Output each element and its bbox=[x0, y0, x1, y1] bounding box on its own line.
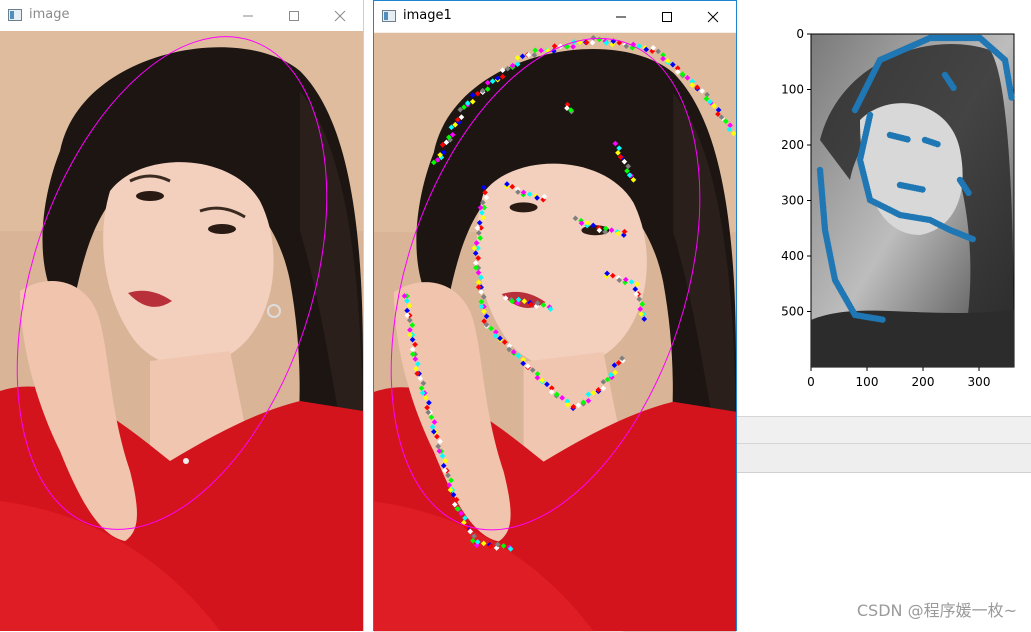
maximize-icon bbox=[662, 12, 672, 22]
y-tick-label: 500 bbox=[781, 305, 804, 319]
y-tick-label: 100 bbox=[781, 83, 804, 97]
app-icon bbox=[8, 9, 22, 21]
background-window-strip bbox=[736, 416, 1031, 444]
x-tick-label: 300 bbox=[968, 375, 991, 389]
scatter-point bbox=[879, 316, 886, 323]
minimize-button[interactable] bbox=[598, 1, 644, 32]
minimize-button[interactable] bbox=[225, 0, 271, 31]
window-image1[interactable]: image1 bbox=[373, 0, 737, 632]
y-tick-label: 200 bbox=[781, 138, 804, 152]
window-title: image bbox=[29, 7, 70, 22]
x-axis: 0 100 200 300 bbox=[807, 367, 990, 389]
x-tick-label: 200 bbox=[912, 375, 935, 389]
matplotlib-plot: 0 100 200 300 400 500 0 100 200 300 bbox=[781, 27, 1015, 389]
scatter-point bbox=[965, 189, 972, 197]
y-tick-label: 300 bbox=[781, 194, 804, 208]
app-icon bbox=[382, 10, 396, 22]
title-bar[interactable]: image1 bbox=[374, 1, 736, 32]
close-icon bbox=[707, 11, 719, 23]
maximize-button[interactable] bbox=[271, 0, 317, 31]
x-tick-label: 100 bbox=[856, 375, 879, 389]
portrait-with-contours-image bbox=[374, 32, 736, 632]
portrait-image bbox=[0, 31, 363, 631]
close-button[interactable] bbox=[690, 1, 736, 32]
close-button[interactable] bbox=[317, 0, 363, 31]
scatter-point bbox=[1008, 94, 1015, 101]
scatter-point bbox=[969, 235, 976, 243]
maximize-icon bbox=[289, 11, 299, 21]
scatter-point bbox=[934, 140, 941, 148]
background-window-strip bbox=[736, 444, 1031, 473]
watermark: CSDN @程序媛一枚~ bbox=[856, 601, 1017, 620]
x-tick-label: 0 bbox=[807, 375, 815, 389]
scatter-point bbox=[904, 136, 911, 143]
scatter-point bbox=[919, 186, 926, 193]
minimize-icon bbox=[243, 15, 253, 17]
y-tick-label: 400 bbox=[781, 249, 804, 263]
window-image[interactable]: image bbox=[0, 0, 364, 631]
scatter-point bbox=[950, 84, 957, 92]
window-title: image1 bbox=[403, 8, 452, 23]
y-axis: 0 100 200 300 400 500 bbox=[781, 27, 811, 319]
close-icon bbox=[334, 10, 346, 22]
y-tick-label: 0 bbox=[796, 27, 804, 41]
maximize-button[interactable] bbox=[644, 1, 690, 32]
minimize-icon bbox=[616, 16, 626, 18]
title-bar[interactable]: image bbox=[0, 0, 363, 31]
